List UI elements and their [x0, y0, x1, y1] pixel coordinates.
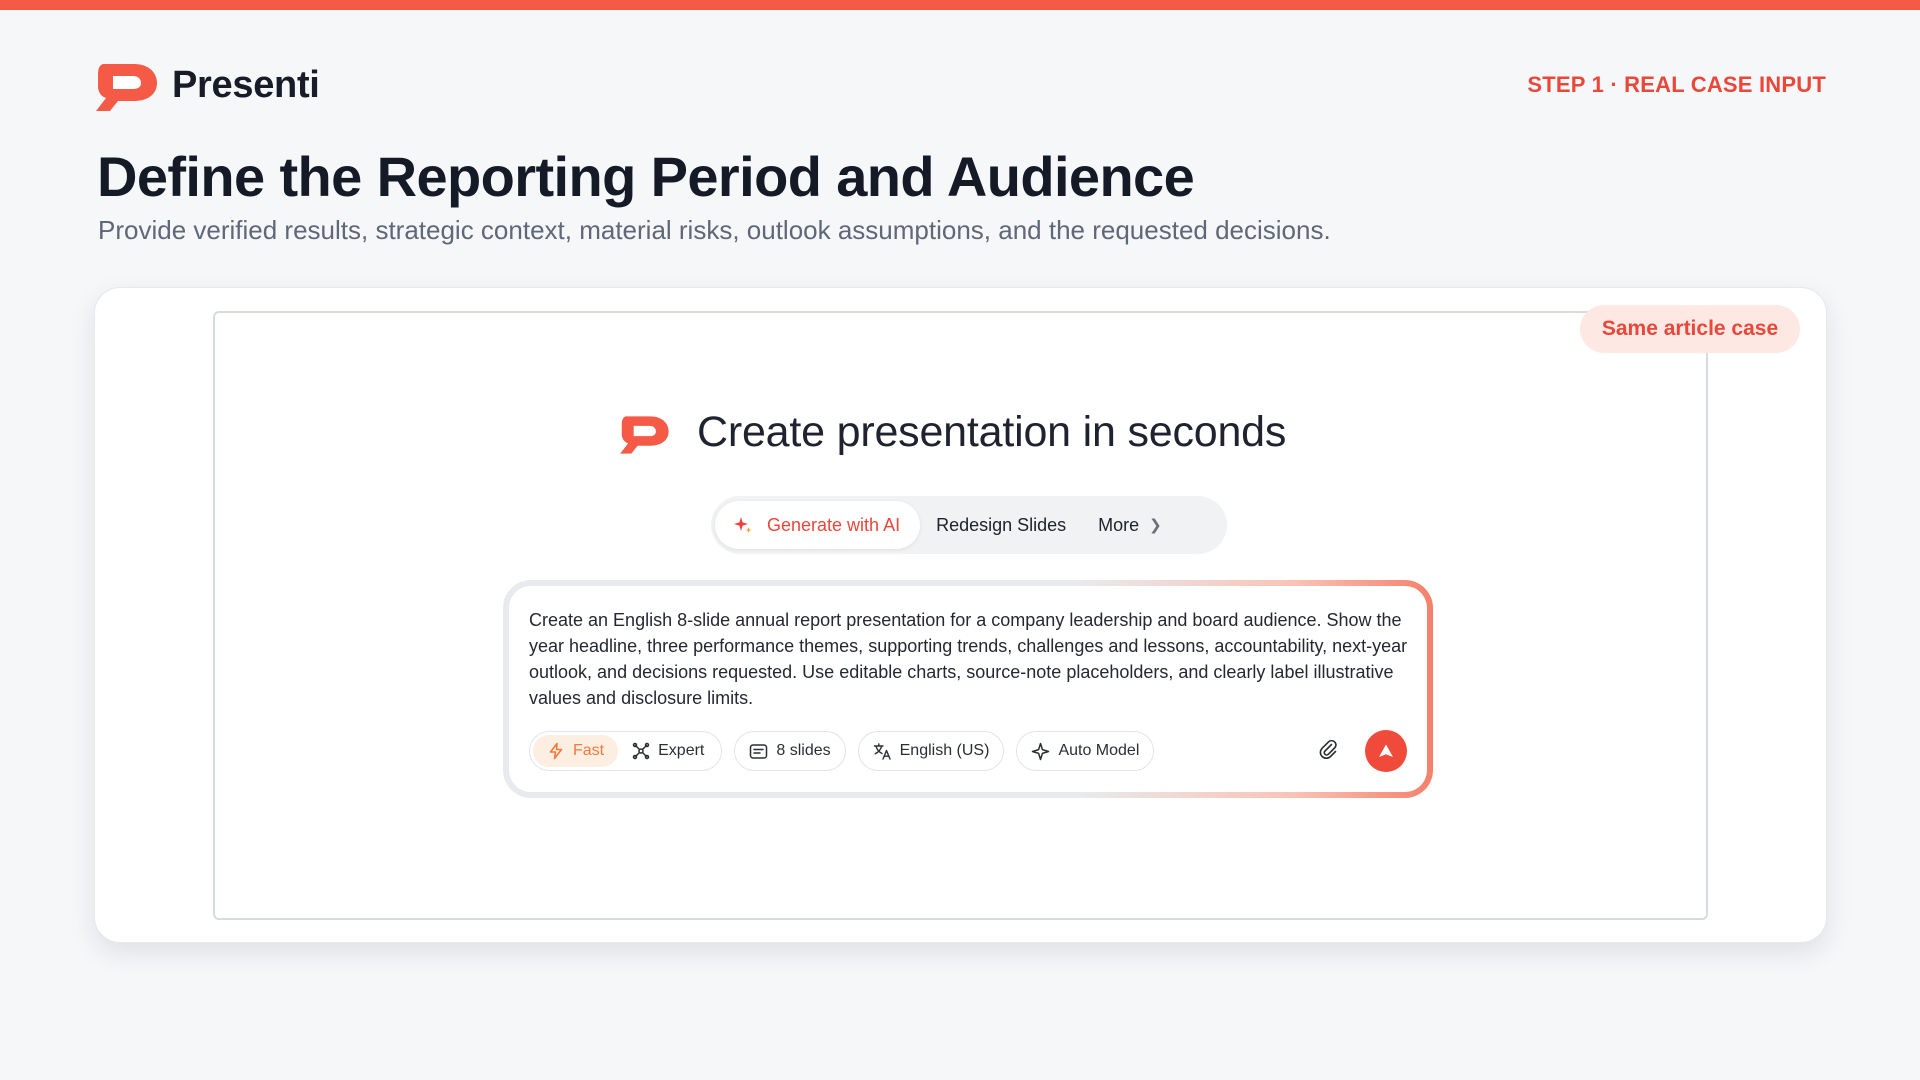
- page-title: Define the Reporting Period and Audience: [97, 145, 1195, 208]
- tab-more[interactable]: More ❯: [1082, 501, 1178, 549]
- expert-mode-button[interactable]: Expert: [618, 735, 718, 767]
- brand-logo: Presenti: [92, 58, 320, 112]
- top-accent-strip: [0, 0, 1920, 10]
- hero-title: Create presentation in seconds: [697, 408, 1287, 456]
- send-button[interactable]: [1365, 730, 1407, 772]
- model-select[interactable]: Auto Model: [1016, 731, 1155, 771]
- tab-generate-with-ai[interactable]: Generate with AI: [715, 501, 921, 549]
- slides-icon: [750, 743, 768, 759]
- mode-tabs: Generate with AI Redesign Slides More ❯: [711, 496, 1227, 554]
- attach-button[interactable]: [1317, 738, 1339, 765]
- slide-count-label: 8 slides: [776, 742, 831, 759]
- app-hero: Create presentation in seconds: [617, 408, 1286, 457]
- arrow-up-icon: [1379, 744, 1393, 757]
- speed-mode-toggle: Fast Expert: [529, 731, 723, 771]
- tab-label: Generate with AI: [767, 514, 901, 535]
- sparkle-icon: [734, 517, 752, 533]
- presenti-logo-icon: [620, 415, 669, 454]
- translate-icon: [873, 742, 891, 760]
- fast-mode-button[interactable]: Fast: [533, 735, 619, 767]
- expert-mode-label: Expert: [658, 742, 705, 759]
- composer-toolbar: Fast Expert 8 slides English (US) Auto M…: [529, 730, 1407, 772]
- model-label: Auto Model: [1058, 742, 1140, 759]
- language-label: English (US): [899, 742, 990, 759]
- sparkle-outline-icon: [1032, 742, 1050, 760]
- presenti-logo-icon: [96, 64, 157, 111]
- expert-icon: [632, 742, 650, 760]
- prompt-composer: Create an English 8-slide annual report …: [509, 586, 1427, 792]
- chevron-right-icon: ❯: [1149, 517, 1162, 534]
- tab-redesign-slides[interactable]: Redesign Slides: [920, 501, 1082, 549]
- prompt-input[interactable]: Create an English 8-slide annual report …: [529, 607, 1409, 711]
- brand-name: Presenti: [172, 63, 320, 106]
- fast-mode-label: Fast: [573, 742, 605, 759]
- lightning-icon: [549, 742, 563, 760]
- same-article-case-badge: Same article case: [1580, 305, 1800, 353]
- page-subtitle: Provide verified results, strategic cont…: [98, 215, 1331, 245]
- slide-count-select[interactable]: 8 slides: [734, 731, 846, 771]
- language-select[interactable]: English (US): [857, 731, 1005, 771]
- tab-label: Redesign Slides: [936, 514, 1067, 535]
- tab-label: More: [1098, 514, 1140, 535]
- step-tag: STEP 1 · REAL CASE INPUT: [1527, 72, 1826, 97]
- paperclip-icon: [1319, 739, 1337, 759]
